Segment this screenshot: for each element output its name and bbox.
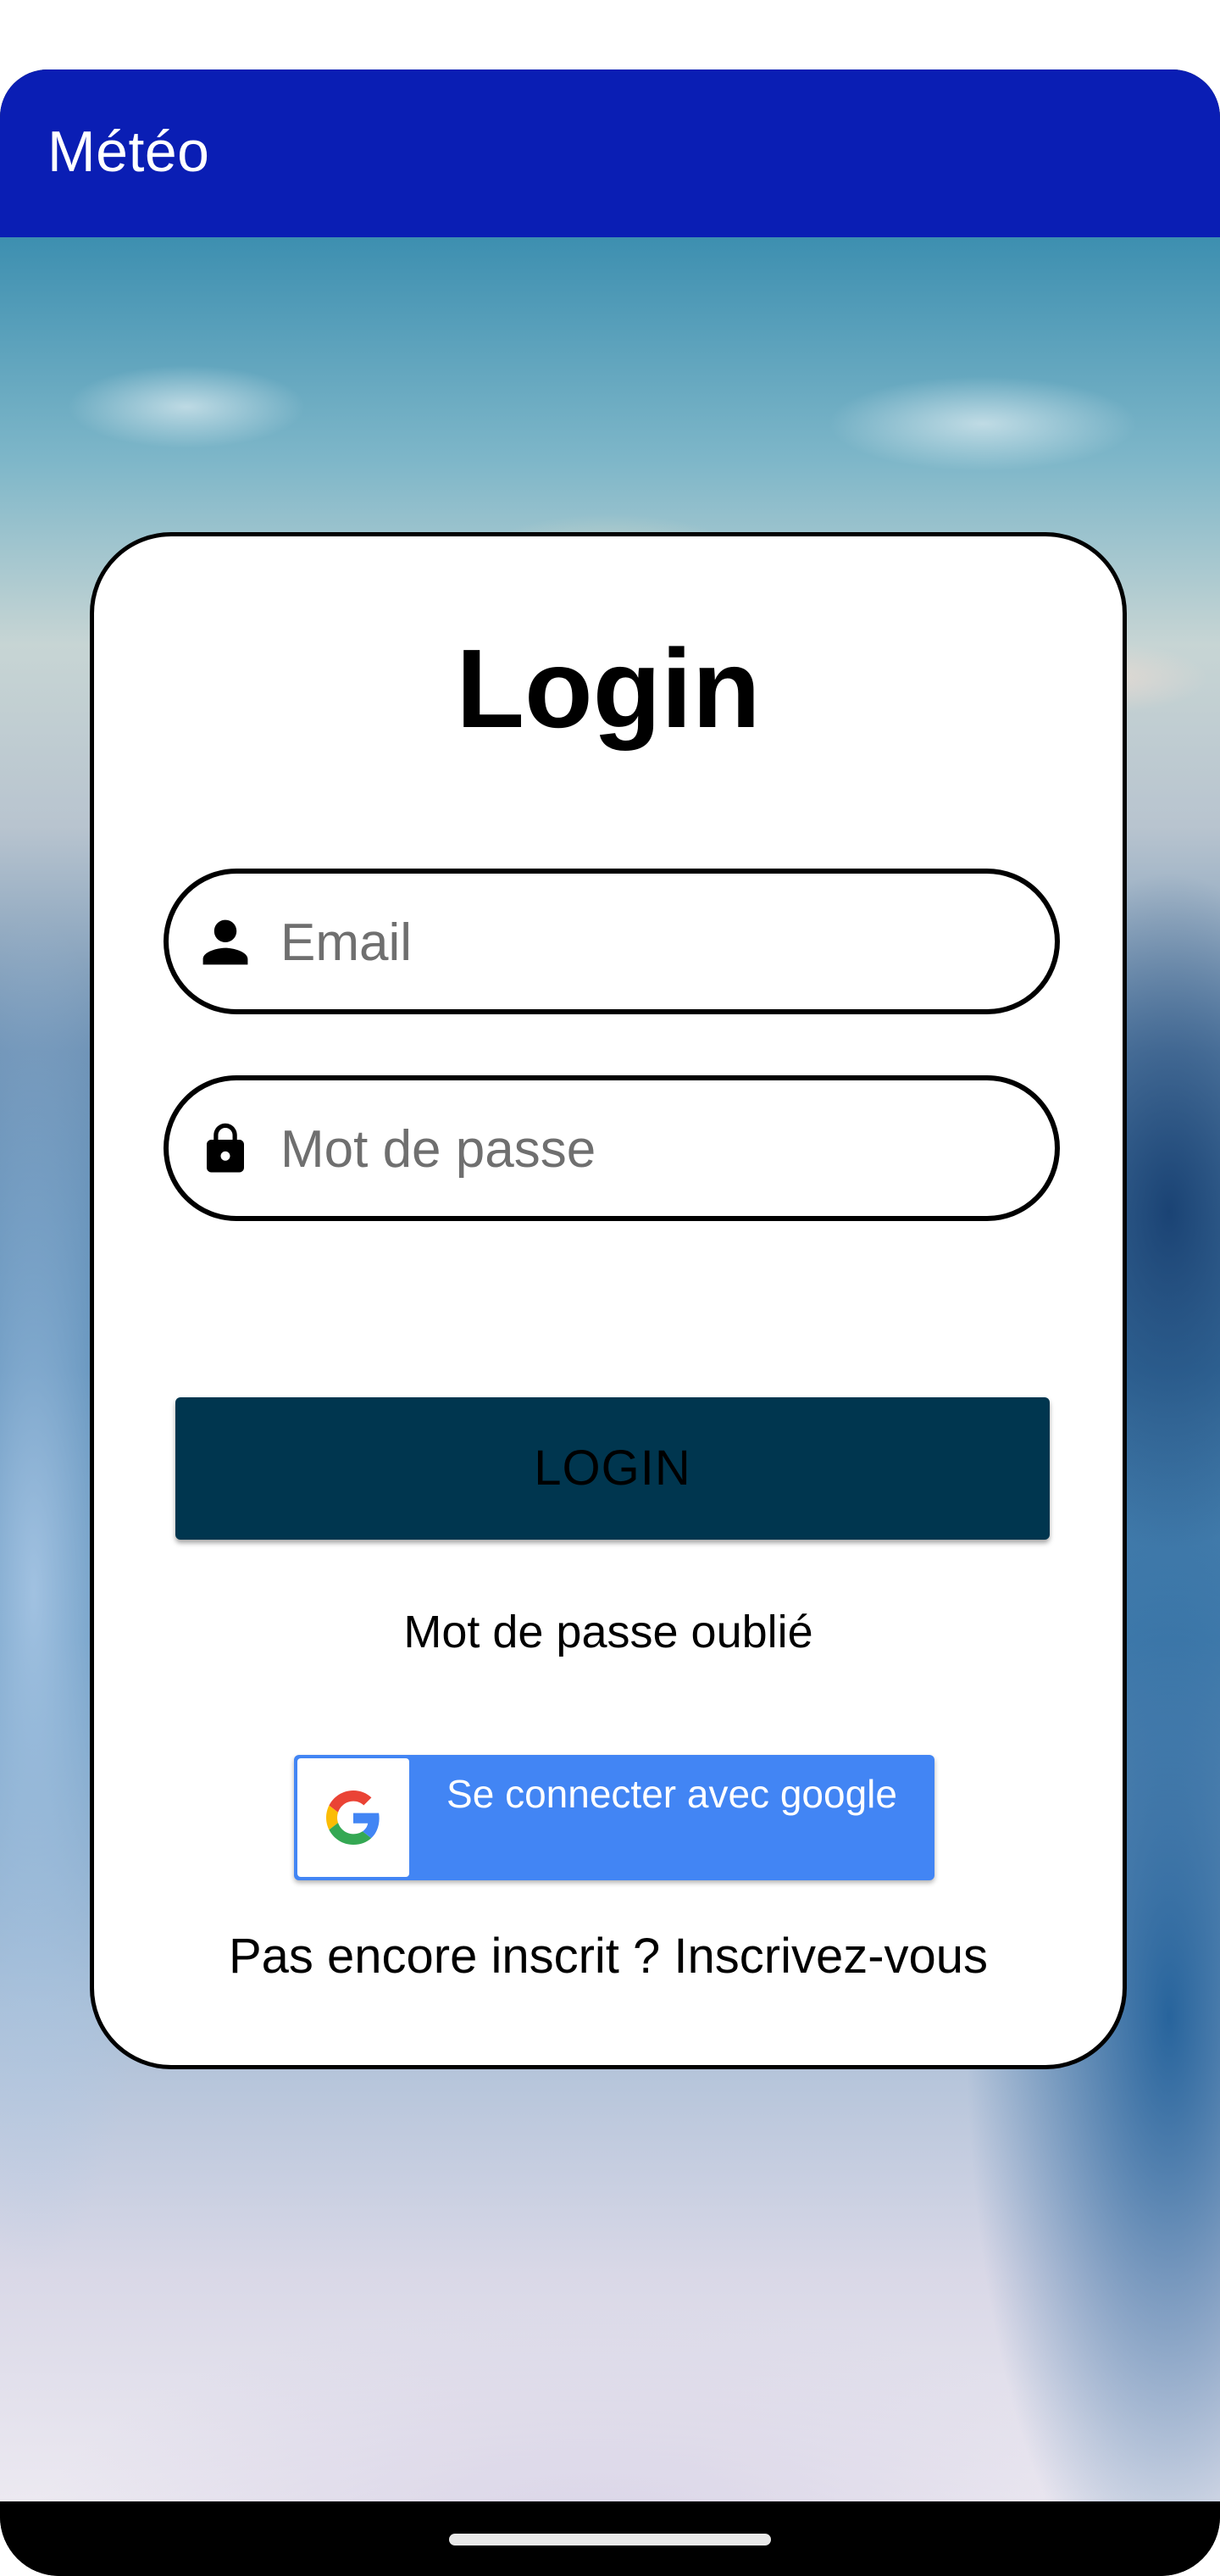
email-input[interactable] [279, 899, 1028, 985]
password-field[interactable] [164, 1075, 1060, 1221]
login-card: Login LOGIN Mot de passe oublié [90, 532, 1127, 2069]
app-bar: Météo [0, 69, 1220, 237]
google-logo-icon [326, 1790, 380, 1845]
home-indicator[interactable] [449, 2534, 771, 2545]
app-title: Météo [47, 119, 210, 184]
google-button-label: Se connecter avec google [446, 1772, 897, 1816]
app-screen: Météo Login LOGIN Mot de passe oublié [0, 69, 1220, 2576]
person-icon [202, 919, 248, 965]
register-link[interactable]: Pas encore inscrit ? Inscrivez-vous [94, 1928, 1123, 1985]
google-logo-container [297, 1758, 409, 1877]
email-field[interactable] [164, 869, 1060, 1014]
password-input[interactable] [279, 1106, 1028, 1192]
google-sign-in-button[interactable]: Se connecter avec google [294, 1755, 934, 1880]
login-button[interactable]: LOGIN [175, 1397, 1050, 1540]
login-title: Login [456, 626, 761, 751]
lock-icon [207, 1123, 244, 1173]
forgot-password-link[interactable]: Mot de passe oublié [94, 1606, 1123, 1658]
